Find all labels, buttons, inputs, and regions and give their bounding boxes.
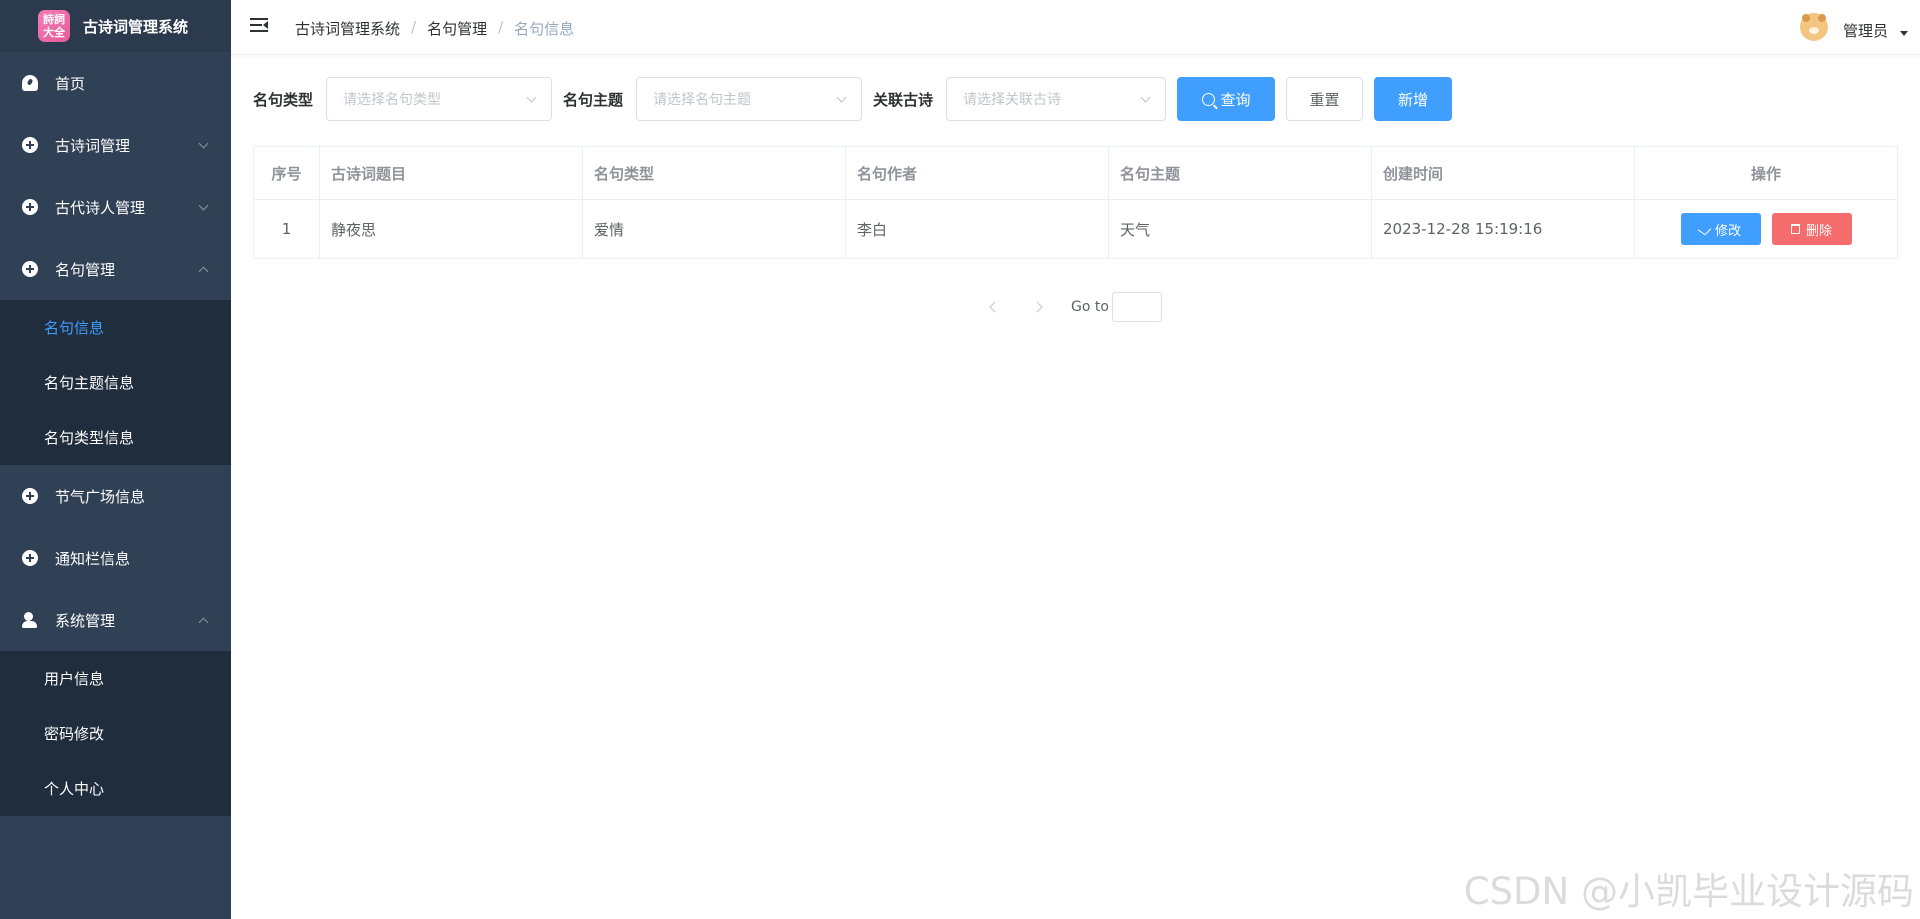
search-icon bbox=[1201, 92, 1215, 106]
submenu-quote-management: 名句信息 名句主题信息 名句类型信息 bbox=[0, 300, 231, 465]
column-header-index: 序号 bbox=[253, 146, 320, 200]
top-navbar: 古诗词管理系统 / 名句管理 / 名句信息 管理员 bbox=[231, 0, 1920, 55]
quote-table: 序号 古诗词题目 名句类型 名句作者 名句主题 创建时间 操作 1 静夜思 爱情… bbox=[253, 146, 1898, 259]
cell-title: 静夜思 bbox=[319, 199, 583, 259]
column-header-actions: 操作 bbox=[1634, 146, 1898, 200]
reset-button[interactable]: 重置 bbox=[1286, 77, 1364, 121]
goto-page-input[interactable] bbox=[1111, 292, 1162, 322]
sidebar-item-label: 首页 bbox=[55, 74, 86, 93]
trash-icon bbox=[1790, 224, 1800, 234]
user-icon bbox=[22, 612, 38, 628]
sidebar-item-label: 古代诗人管理 bbox=[55, 198, 146, 217]
theme-select[interactable]: 请选择名句主题 bbox=[636, 77, 863, 121]
cell-index: 1 bbox=[253, 199, 320, 259]
sidebar-item-poet-management[interactable]: 古代诗人管理 bbox=[0, 176, 231, 238]
cell-created: 2023-12-28 15:19:16 bbox=[1371, 199, 1635, 259]
edit-button[interactable]: 修改 bbox=[1680, 213, 1761, 245]
breadcrumb-item[interactable]: 古诗词管理系统 bbox=[295, 18, 400, 39]
poem-select-placeholder: 请选择关联古诗 bbox=[963, 92, 1062, 108]
add-button[interactable]: 新增 bbox=[1374, 77, 1453, 121]
sidebar-item-solar-terms[interactable]: 节气广场信息 bbox=[0, 465, 231, 527]
chevron-down-icon bbox=[1140, 92, 1151, 103]
theme-select-placeholder: 请选择名句主题 bbox=[653, 92, 752, 108]
plus-circle-icon bbox=[22, 488, 38, 504]
column-header-type: 名句类型 bbox=[582, 146, 846, 200]
edit-icon bbox=[1697, 223, 1712, 235]
sidebar-item-quote-management[interactable]: 名句管理 bbox=[0, 238, 231, 300]
plus-circle-icon bbox=[22, 261, 38, 277]
query-button[interactable]: 查询 bbox=[1177, 77, 1276, 121]
chevron-down-icon bbox=[198, 200, 209, 211]
column-header-theme: 名句主题 bbox=[1108, 146, 1372, 200]
plus-circle-icon bbox=[22, 137, 38, 153]
sidebar-item-user-info[interactable]: 用户信息 bbox=[0, 651, 231, 706]
sidebar-item-poem-management[interactable]: 古诗词管理 bbox=[0, 114, 231, 176]
user-dropdown[interactable]: 管理员 bbox=[1799, 12, 1908, 41]
chevron-up-icon bbox=[198, 617, 209, 628]
caret-down-icon[interactable] bbox=[1900, 31, 1908, 36]
chevron-down-icon bbox=[836, 92, 847, 103]
sidebar-item-system-management[interactable]: 系统管理 bbox=[0, 589, 231, 651]
sidebar-item-label: 系统管理 bbox=[55, 611, 116, 630]
goto-label: Go to bbox=[1071, 299, 1109, 315]
plus-circle-icon bbox=[22, 199, 38, 215]
table-header-row: 序号 古诗词题目 名句类型 名句作者 名句主题 创建时间 操作 bbox=[253, 146, 1898, 200]
type-label: 名句类型 bbox=[253, 90, 314, 109]
type-select[interactable]: 请选择名句类型 bbox=[326, 77, 553, 121]
cell-type: 爱情 bbox=[582, 199, 846, 259]
chevron-down-icon bbox=[526, 92, 537, 103]
poem-label: 关联古诗 bbox=[873, 90, 934, 109]
sidebar-item-home[interactable]: 首页 bbox=[0, 52, 231, 114]
chevron-down-icon bbox=[198, 138, 209, 149]
edit-button-label: 修改 bbox=[1714, 223, 1741, 239]
cell-author: 李白 bbox=[845, 199, 1109, 259]
sidebar-item-notices[interactable]: 通知栏信息 bbox=[0, 527, 231, 589]
breadcrumb-current: 名句信息 bbox=[514, 20, 575, 38]
delete-button[interactable]: 删除 bbox=[1771, 213, 1852, 245]
breadcrumb: 古诗词管理系统 / 名句管理 / 名句信息 bbox=[295, 18, 575, 39]
chevron-up-icon bbox=[198, 266, 209, 277]
column-header-created: 创建时间 bbox=[1371, 146, 1635, 200]
theme-label: 名句主题 bbox=[563, 90, 624, 109]
type-select-placeholder: 请选择名句类型 bbox=[343, 92, 442, 108]
sidebar-item-label: 通知栏信息 bbox=[55, 549, 131, 568]
sidebar-item-quote-theme-info[interactable]: 名句主题信息 bbox=[0, 355, 231, 410]
sidebar-brand: 詩詞 大全 古诗词管理系统 bbox=[0, 0, 231, 52]
cell-theme: 天气 bbox=[1108, 199, 1372, 259]
submenu-system-management: 用户信息 密码修改 个人中心 bbox=[0, 651, 231, 816]
dashboard-icon bbox=[22, 75, 38, 91]
poem-select[interactable]: 请选择关联古诗 bbox=[946, 77, 1167, 121]
menu-collapse-icon[interactable] bbox=[250, 18, 268, 32]
sidebar-item-quote-info[interactable]: 名句信息 bbox=[0, 300, 231, 355]
cell-actions: 修改 删除 bbox=[1634, 199, 1898, 259]
sidebar-item-quote-type-info[interactable]: 名句类型信息 bbox=[0, 410, 231, 465]
avatar[interactable] bbox=[1799, 12, 1828, 41]
pagination: Go to bbox=[980, 292, 1162, 322]
plus-circle-icon bbox=[22, 550, 38, 566]
sidebar-item-profile[interactable]: 个人中心 bbox=[0, 761, 231, 816]
breadcrumb-item[interactable]: 名句管理 bbox=[427, 18, 487, 39]
delete-button-label: 删除 bbox=[1805, 223, 1832, 239]
user-name[interactable]: 管理员 bbox=[1843, 20, 1888, 41]
watermark: CSDN @小凯毕业设计源码 bbox=[1463, 870, 1914, 913]
table-row: 1 静夜思 爱情 李白 天气 2023-12-28 15:19:16 修改 删除 bbox=[253, 199, 1898, 259]
query-button-label: 查询 bbox=[1220, 90, 1251, 109]
sidebar-item-label: 古诗词管理 bbox=[55, 136, 131, 155]
column-header-author: 名句作者 bbox=[845, 146, 1109, 200]
sidebar-item-label: 节气广场信息 bbox=[55, 487, 146, 506]
sidebar: 詩詞 大全 古诗词管理系统 首页 古诗词管理 古代诗人管理 名句管理 名句信息 名… bbox=[0, 0, 231, 919]
search-form: 名句类型 请选择名句类型 名句主题 请选择名句主题 关联古诗 请选择关联古诗 查… bbox=[253, 77, 1453, 121]
app-title: 古诗词管理系统 bbox=[83, 17, 189, 36]
sidebar-item-label: 名句管理 bbox=[55, 260, 116, 279]
next-page-icon[interactable] bbox=[1025, 292, 1055, 322]
prev-page-icon[interactable] bbox=[980, 292, 1010, 322]
sidebar-item-password-change[interactable]: 密码修改 bbox=[0, 706, 231, 761]
app-logo: 詩詞 大全 bbox=[38, 10, 70, 42]
column-header-title: 古诗词题目 bbox=[319, 146, 583, 200]
